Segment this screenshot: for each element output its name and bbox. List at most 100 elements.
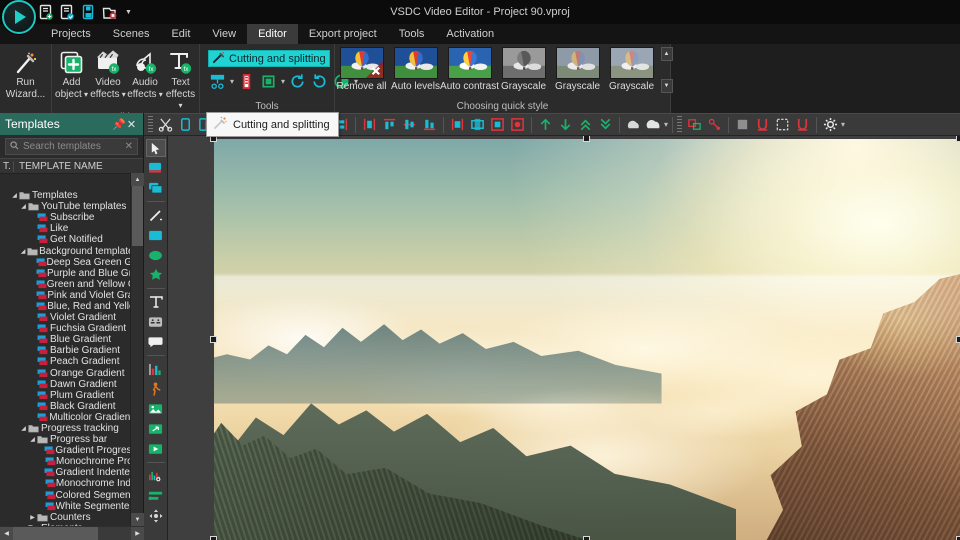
menu-item-tools[interactable]: Tools — [388, 24, 436, 44]
vsdc-logo-icon[interactable] — [2, 0, 36, 34]
rotate-right-icon[interactable] — [310, 72, 329, 91]
audio-tool-icon[interactable] — [146, 467, 166, 485]
scroll-up-icon[interactable]: ▲ — [131, 173, 144, 186]
menu-item-export-project[interactable]: Export project — [298, 24, 388, 44]
ellipse-tool-icon[interactable] — [146, 246, 166, 264]
selection-handle-top-center[interactable] — [583, 136, 590, 142]
chevron-down-icon[interactable]: ◢ — [10, 192, 19, 199]
scene-preview[interactable] — [214, 139, 960, 540]
split-dropdown-icon[interactable]: ▾ — [230, 77, 234, 86]
rectangle-tool-icon[interactable] — [146, 226, 166, 244]
tree-item-row[interactable]: Fuchsia Gradient — [0, 323, 130, 334]
selection-handle-top-right[interactable] — [956, 136, 960, 142]
quick-style-grayscale-2[interactable]: Grayscale — [551, 47, 605, 92]
tree-item-row[interactable]: Black Gradient — [0, 401, 130, 412]
move-tool-icon[interactable] — [146, 507, 166, 525]
align-bottom-icon[interactable] — [420, 115, 439, 134]
cut-icon[interactable] — [156, 115, 175, 134]
tree-item-row[interactable]: Violet Gradient — [0, 312, 130, 323]
tree-folder-row[interactable]: ◢ YouTube templates — [0, 201, 130, 212]
tree-item-row[interactable]: Orange Gradient — [0, 368, 130, 379]
move-down-icon[interactable] — [556, 115, 575, 134]
copy-icon[interactable] — [176, 115, 195, 134]
player-tool-icon[interactable] — [146, 440, 166, 458]
new-project-icon[interactable] — [38, 4, 55, 21]
timeline-tool-icon[interactable] — [146, 487, 166, 505]
move-bottom-icon[interactable] — [596, 115, 615, 134]
scroll-right-icon[interactable]: ▶ — [131, 526, 144, 540]
add-image-object-icon[interactable] — [146, 179, 166, 197]
document-icon[interactable] — [237, 72, 256, 91]
selection-handle-middle-left[interactable] — [210, 336, 217, 343]
column-header-name[interactable]: TEMPLATE NAME — [14, 161, 143, 172]
tree-item-row[interactable]: Like — [0, 223, 130, 234]
fit-width-icon[interactable] — [448, 115, 467, 134]
chevron-down-icon[interactable]: ◢ — [19, 248, 27, 255]
sprite-tool-icon[interactable] — [146, 380, 166, 398]
tree-item-row[interactable]: Gradient Progress B — [0, 445, 130, 456]
crop-dropdown-icon[interactable]: ▾ — [281, 77, 285, 86]
crop-icon[interactable] — [259, 72, 278, 91]
tree-folder-row[interactable]: ◢ Progress bar — [0, 434, 130, 445]
editor-stage[interactable] — [168, 136, 960, 540]
column-header-lock[interactable]: T. — [0, 160, 14, 172]
add-object-button[interactable]: Add object ▾ — [54, 47, 90, 100]
settings-gear-icon[interactable] — [821, 115, 840, 134]
toolbar-grip-2[interactable] — [677, 116, 683, 133]
selection-handle-bottom-left[interactable] — [210, 536, 217, 540]
scroll-left-icon[interactable]: ◀ — [0, 526, 13, 540]
shape-merge-icon[interactable] — [644, 115, 663, 134]
tree-item-row[interactable]: Multicolor Gradient — [0, 412, 130, 423]
link-icon[interactable] — [705, 115, 724, 134]
text-effects-button[interactable]: fx Text effects ▾ — [164, 47, 198, 111]
quick-style-grayscale-1[interactable]: Grayscale — [497, 47, 551, 92]
underline-u2-icon[interactable] — [793, 115, 812, 134]
menu-item-activation[interactable]: Activation — [435, 24, 505, 44]
chevron-right-icon[interactable]: ▶ — [28, 514, 37, 521]
fill-color-icon[interactable] — [733, 115, 752, 134]
line-tool-icon[interactable] — [146, 206, 166, 224]
tree-item-row[interactable]: White Segmented P — [0, 501, 130, 512]
tree-folder-row[interactable]: ▶ Counters — [0, 512, 130, 523]
tree-item-row[interactable]: Green and Yellow Gra — [0, 279, 130, 290]
callout-tool-icon[interactable] — [146, 333, 166, 351]
tree-item-row[interactable]: Blue, Red and Yellow — [0, 301, 130, 312]
tree-item-row[interactable]: Dawn Gradient — [0, 379, 130, 390]
cutting-and-splitting-button[interactable]: Cutting and splitting — [208, 50, 330, 67]
underline-u-icon[interactable] — [753, 115, 772, 134]
tree-item-row[interactable]: Colored Segmented — [0, 490, 130, 501]
tree-folder-row[interactable]: ◢ Progress tracking — [0, 423, 130, 434]
templates-vertical-scrollbar[interactable]: ▲ ▼ — [130, 173, 144, 526]
align-middle-icon[interactable] — [400, 115, 419, 134]
move-up-icon[interactable] — [536, 115, 555, 134]
quick-style-scroll-down[interactable]: ▼ — [660, 79, 673, 93]
menu-item-view[interactable]: View — [201, 24, 247, 44]
selection-handle-bottom-center[interactable] — [583, 536, 590, 540]
quick-style-auto-contrast[interactable]: Auto contrast — [440, 47, 499, 92]
split-icon[interactable] — [208, 72, 227, 91]
video-effects-button[interactable]: fx Video effects ▾ — [90, 47, 127, 100]
scene-tool-icon[interactable] — [146, 400, 166, 418]
menu-item-edit[interactable]: Edit — [160, 24, 201, 44]
selection-handle-middle-right[interactable] — [956, 336, 960, 343]
tree-item-row[interactable]: Monochrome Progr — [0, 456, 130, 467]
center-frame-2-icon[interactable] — [508, 115, 527, 134]
center-frame-icon[interactable] — [488, 115, 507, 134]
scroll-down-icon[interactable]: ▼ — [131, 513, 144, 526]
tree-folder-row[interactable]: ◢ Background templates — [0, 245, 130, 257]
selection-handle-bottom-right[interactable] — [956, 536, 960, 540]
toolbar-grip[interactable] — [148, 116, 153, 133]
hscroll-track[interactable] — [13, 526, 131, 540]
close-icon[interactable]: ✕ — [125, 118, 138, 131]
tree-item-row[interactable]: Barbie Gradient — [0, 345, 130, 356]
tree-item-row[interactable]: Monochrome Inden — [0, 478, 130, 489]
freeform-tool-icon[interactable] — [146, 266, 166, 284]
rotate-left-icon[interactable] — [288, 72, 307, 91]
pin-icon[interactable]: 📌 — [112, 118, 126, 131]
tree-item-row[interactable]: Deep Sea Green Grad — [0, 257, 130, 268]
subtitles-tool-icon[interactable] — [146, 313, 166, 331]
cursor-select-icon[interactable] — [145, 139, 166, 157]
templates-horizontal-scrollbar[interactable]: ◀ ▶ — [0, 526, 144, 540]
shape-dropdown-icon[interactable]: ▾ — [664, 120, 668, 129]
fit-frame-icon[interactable] — [468, 115, 487, 134]
